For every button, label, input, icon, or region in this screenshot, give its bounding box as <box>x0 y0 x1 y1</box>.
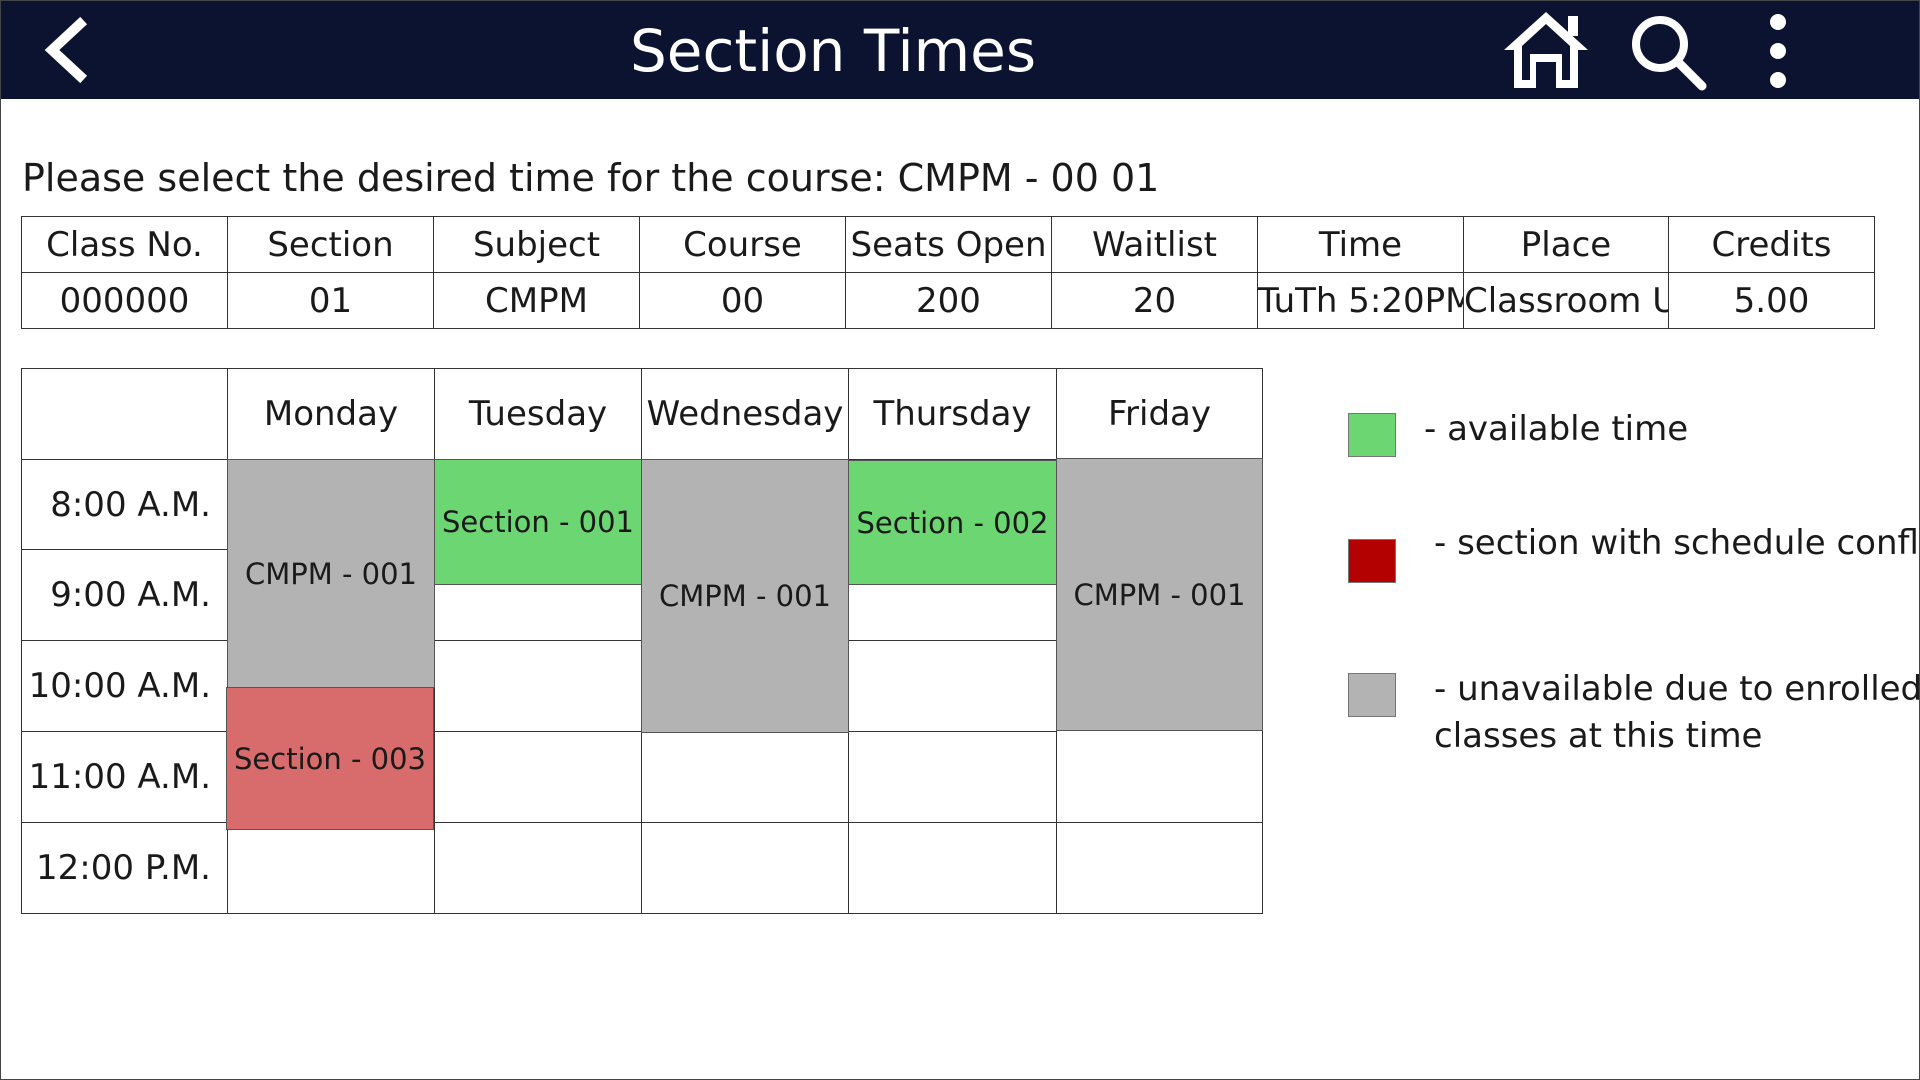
time-label-9am: 9:00 A.M. <box>21 549 228 641</box>
header-seats-open: Seats Open <box>845 216 1052 273</box>
legend-text-conflict: - section with schedule conflicts <box>1434 523 1920 563</box>
time-slot <box>1056 822 1263 914</box>
app-header: Section Times <box>0 0 1920 99</box>
legend-text-unavailable-line2: classes at this time <box>1434 716 1763 756</box>
day-header-monday: Monday <box>227 368 435 460</box>
day-header-wednesday: Wednesday <box>641 368 849 460</box>
section-block-available[interactable]: Section - 001 <box>434 459 642 585</box>
time-slot <box>434 822 642 914</box>
time-label-11am: 11:00 A.M. <box>21 731 228 823</box>
grid-corner <box>21 368 228 460</box>
more-vertical-icon <box>1770 14 1786 88</box>
header-class-no: Class No. <box>21 216 228 273</box>
day-header-friday: Friday <box>1056 368 1263 460</box>
home-button[interactable] <box>1500 8 1592 92</box>
header-place: Place <box>1463 216 1669 273</box>
time-slot <box>848 640 1057 732</box>
legend-text-unavailable: - unavailable due to enrolled <box>1434 669 1920 709</box>
time-label-12pm: 12:00 P.M. <box>21 822 228 914</box>
cell-time: TuTh 5:20PM - 6:55PM <box>1257 272 1464 329</box>
more-options-button[interactable] <box>1752 10 1804 92</box>
legend-swatch-unavailable <box>1348 673 1396 717</box>
legend-swatch-available <box>1348 413 1396 457</box>
time-slot <box>434 584 642 641</box>
time-slot <box>1056 730 1263 823</box>
day-header-thursday: Thursday <box>848 368 1057 460</box>
weekly-schedule-grid: Monday Tuesday Wednesday Thursday Friday… <box>21 368 1263 914</box>
time-slot <box>641 822 849 914</box>
section-block-enrolled: CMPM - 001 <box>227 459 435 688</box>
section-block-conflict[interactable]: Section - 003 <box>226 687 434 830</box>
time-slot <box>848 731 1057 823</box>
course-info-table: Class No. Section Subject Course Seats O… <box>21 216 1875 329</box>
header-subject: Subject <box>433 216 640 273</box>
legend-text-available: - available time <box>1424 409 1689 449</box>
section-block-enrolled: CMPM - 001 <box>1056 458 1263 731</box>
time-slot <box>434 640 642 732</box>
time-slot <box>434 731 642 823</box>
cell-class-no: 000000 <box>21 272 228 329</box>
legend-swatch-conflict <box>1348 539 1396 583</box>
cell-waitlist: 20 <box>1051 272 1258 329</box>
cell-subject: CMPM <box>433 272 640 329</box>
time-slot <box>848 822 1057 914</box>
time-label-8am: 8:00 A.M. <box>21 459 228 550</box>
search-icon <box>1632 16 1707 91</box>
cell-credits: 5.00 <box>1668 272 1875 329</box>
header-time: Time <box>1257 216 1464 273</box>
course-prompt: Please select the desired time for the c… <box>22 156 1160 200</box>
time-slot <box>227 822 435 914</box>
section-block-enrolled: CMPM - 001 <box>641 459 849 733</box>
page-title: Section Times <box>629 17 1037 85</box>
day-header-tuesday: Tuesday <box>434 368 642 460</box>
header-credits: Credits <box>1668 216 1875 273</box>
section-block-available[interactable]: Section - 002 <box>848 460 1057 585</box>
header-waitlist: Waitlist <box>1051 216 1258 273</box>
header-course: Course <box>639 216 846 273</box>
cell-course: 00 <box>639 272 846 329</box>
time-slot <box>641 731 849 823</box>
cell-section: 01 <box>227 272 434 329</box>
time-slot <box>848 584 1057 641</box>
cell-seats-open: 200 <box>845 272 1052 329</box>
home-icon <box>1504 12 1588 88</box>
time-label-10am: 10:00 A.M. <box>21 640 228 732</box>
header-section: Section <box>227 216 434 273</box>
cell-place: Classroom Unit 02 <box>1463 272 1669 329</box>
search-button[interactable] <box>1628 12 1708 92</box>
